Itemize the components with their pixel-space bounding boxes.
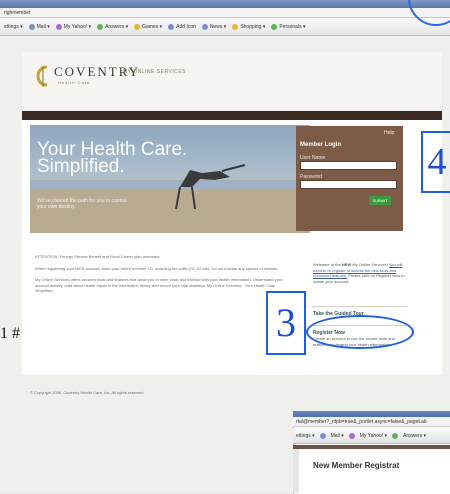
toolbar-games-label: Games ▾ bbox=[142, 23, 163, 30]
inset-toolbar-mail[interactable]: Mail ▾ bbox=[331, 433, 344, 439]
help-link[interactable]: Help bbox=[384, 130, 394, 136]
login-title: Member Login bbox=[300, 142, 342, 148]
hero-title-line2: Simplified. bbox=[37, 156, 125, 177]
password-input[interactable] bbox=[300, 180, 397, 189]
copyright-text: © Copyright 2006. Coventry Health Care, … bbox=[30, 390, 145, 395]
toolbar-add-icon-label: Add Icon bbox=[176, 23, 196, 30]
yahoo-toolbar: ettings ▾ Mail ▾ My Yahoo! ▾ Answers ▾ G… bbox=[0, 18, 450, 36]
callout-box-3: 3 bbox=[266, 291, 306, 355]
services-note: My Online Services offers secured tools … bbox=[35, 277, 283, 293]
inset-toolbar-settings[interactable]: ettings ▾ bbox=[296, 433, 315, 439]
toolbar-settings[interactable]: ettings ▾ bbox=[4, 24, 23, 30]
toolbar-personals[interactable]: Personals ▾ bbox=[271, 23, 306, 30]
brand-subtitle: Health Care bbox=[58, 80, 91, 85]
sidebar-divider bbox=[311, 306, 407, 307]
username-input[interactable] bbox=[300, 161, 397, 170]
welcome-pre: Welcome to the bbox=[313, 262, 341, 267]
hero-title: Your Health Care. Simplified. bbox=[37, 140, 187, 177]
inset-toolbar-answers[interactable]: Answers ▾ bbox=[403, 433, 426, 439]
welcome-text: Welcome to the NEW My Online Services! Y… bbox=[313, 262, 407, 284]
register-note: When registering your MOS account, enter… bbox=[35, 265, 279, 271]
address-bar[interactable]: righmember bbox=[0, 8, 450, 18]
inset-toolbar-my-yahoo[interactable]: My Yahoo! ▾ bbox=[360, 433, 387, 439]
callout-box-4: 4 bbox=[421, 131, 450, 193]
toolbar-answers-label: Answers ▾ bbox=[105, 23, 129, 30]
toolbar-my-yahoo-label: My Yahoo! ▾ bbox=[63, 23, 92, 30]
yahoo-icon bbox=[348, 432, 355, 439]
games-icon bbox=[134, 23, 141, 30]
register-highlight-ellipse bbox=[306, 315, 414, 349]
toolbar-games[interactable]: Games ▾ bbox=[134, 23, 163, 30]
main-text: ATTENTION: Foreign Service Benefit and R… bbox=[35, 254, 283, 300]
inset-header-strip bbox=[293, 445, 450, 449]
inset-toolbar: ettings ▾ Mail ▾ My Yahoo! ▾ Answers ▾ bbox=[293, 428, 450, 444]
toolbar-add-icon[interactable]: Add Icon bbox=[168, 23, 196, 30]
browser-title-bar bbox=[0, 0, 450, 8]
inset-side-panel bbox=[293, 449, 299, 493]
nav-bar bbox=[22, 111, 442, 120]
toolbar-settings-label: ettings ▾ bbox=[4, 23, 23, 30]
address-text: righmember bbox=[4, 10, 31, 16]
toolbar-my-yahoo[interactable]: My Yahoo! ▾ bbox=[55, 23, 92, 30]
toolbar-shopping-label: Shopping ▾ bbox=[240, 23, 266, 30]
toolbar-mail-label: Mail ▾ bbox=[36, 23, 50, 30]
toolbar-answers[interactable]: Answers ▾ bbox=[97, 23, 129, 30]
toolbar-mail[interactable]: Mail ▾ bbox=[28, 23, 50, 30]
toolbar-news-label: News ▾ bbox=[209, 23, 227, 30]
toolbar-personals-label: Personals ▾ bbox=[279, 23, 306, 30]
personals-icon bbox=[271, 23, 278, 30]
add-icon bbox=[168, 23, 175, 30]
welcome-new: NEW bbox=[341, 262, 352, 267]
shopping-icon bbox=[232, 23, 239, 30]
hero-subtitle: We've cleared the path for you to contro… bbox=[37, 198, 127, 210]
yahoo-icon bbox=[55, 23, 62, 30]
toolbar-news[interactable]: News ▾ bbox=[201, 23, 227, 30]
step-fragment: 1 # bbox=[0, 325, 20, 342]
inset-address-bar[interactable]: rtal@member?_nfpb=true&_portlet.async=fa… bbox=[293, 417, 450, 427]
toolbar-shopping[interactable]: Shopping ▾ bbox=[232, 23, 266, 30]
welcome-post: My Online Services! bbox=[352, 262, 388, 267]
mail-icon bbox=[319, 432, 326, 439]
answers-icon bbox=[392, 432, 399, 439]
mail-icon bbox=[28, 23, 35, 30]
inset-page-title: New Member Registrat bbox=[313, 461, 400, 470]
services-label: MY ONLINE SERVICES bbox=[123, 69, 186, 75]
news-icon bbox=[201, 23, 208, 30]
coventry-logo-icon bbox=[36, 65, 48, 87]
answers-icon bbox=[97, 23, 104, 30]
submit-button[interactable]: SUBMIT bbox=[369, 196, 391, 205]
attention-text: ATTENTION: Foreign Service Benefit and R… bbox=[35, 254, 161, 259]
